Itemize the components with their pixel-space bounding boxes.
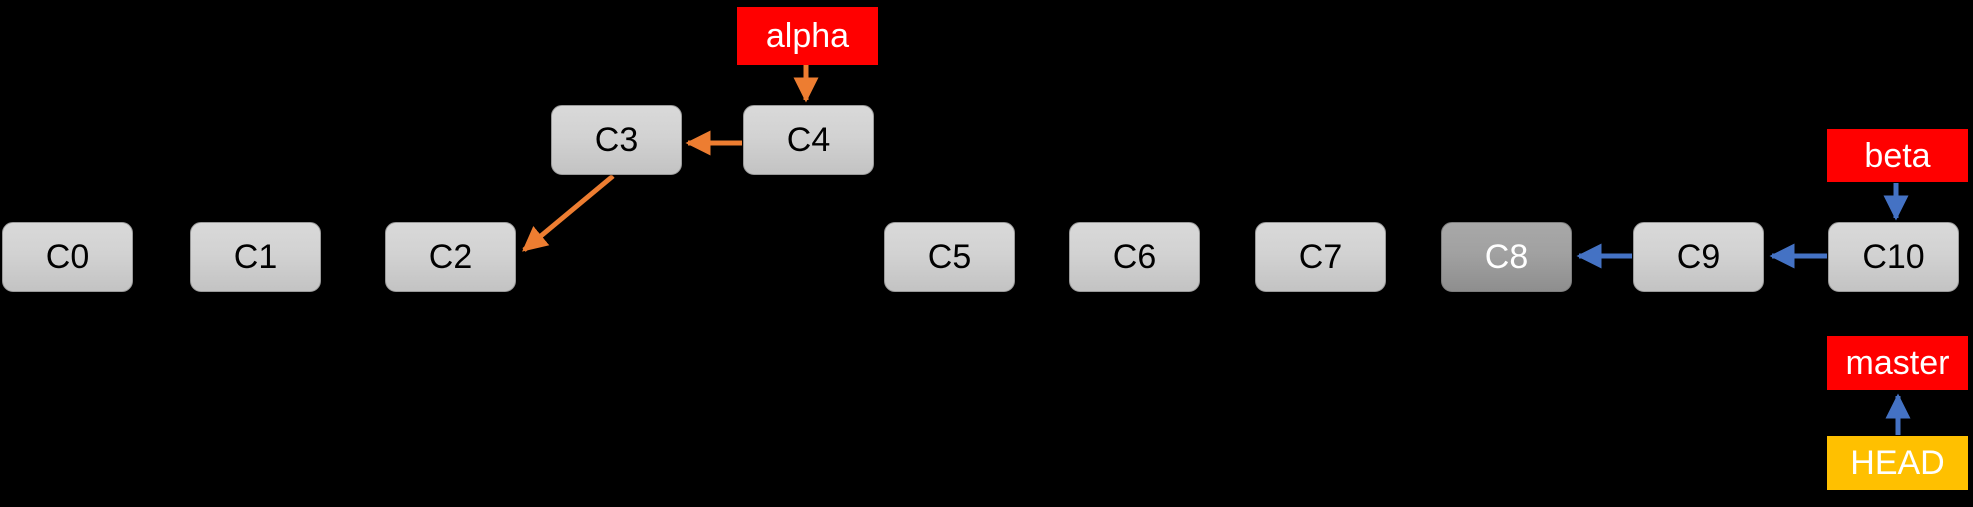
commit-node-c1[interactable]: C1 — [190, 222, 321, 292]
commit-node-c7[interactable]: C7 — [1255, 222, 1386, 292]
branch-label-beta[interactable]: beta — [1827, 129, 1968, 182]
commit-node-c10[interactable]: C10 — [1828, 222, 1959, 292]
commit-node-c6[interactable]: C6 — [1069, 222, 1200, 292]
commit-node-c0[interactable]: C0 — [2, 222, 133, 292]
branch-label-alpha[interactable]: alpha — [737, 7, 878, 65]
commit-node-c5[interactable]: C5 — [884, 222, 1015, 292]
commit-node-c2[interactable]: C2 — [385, 222, 516, 292]
git-graph-canvas: C0 C1 C2 C3 C4 C5 C6 C7 C8 C9 C10 alpha beta master HE… — [0, 0, 1973, 507]
commit-node-c4[interactable]: C4 — [743, 105, 874, 175]
head-pointer-label-head[interactable]: HEAD — [1827, 436, 1968, 490]
commit-node-c8[interactable]: C8 — [1441, 222, 1572, 292]
commit-node-c3[interactable]: C3 — [551, 105, 682, 175]
arrow-c3-to-c2 — [522, 174, 615, 252]
commit-node-c9[interactable]: C9 — [1633, 222, 1764, 292]
branch-label-master[interactable]: master — [1827, 336, 1968, 390]
